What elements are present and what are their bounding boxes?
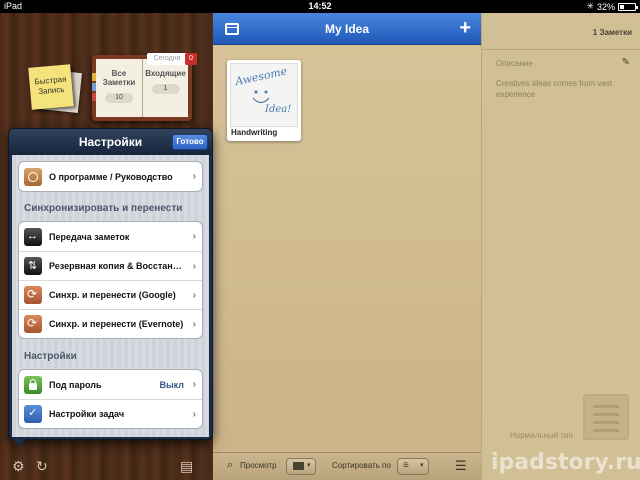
sync-row-google[interactable]: Синхр. и перенести (Google) › [19,280,202,309]
all-notes-label: Все Заметки [102,69,136,87]
all-notes-count: 10 [105,93,133,103]
chevron-right-icon: › [192,318,196,330]
settings-section-header: Настройки [24,351,77,362]
quick-note-button[interactable]: Быстрая Запись [28,64,74,110]
inbox-label: Входящие [145,69,186,78]
about-row[interactable]: О программе / Руководство › [19,162,202,191]
popover-arrow [12,438,26,447]
clock: 14:52 [308,1,332,11]
quick-note-label: Быстрая Запись [34,74,67,97]
description-label: Описание [496,59,533,68]
task-settings-label: Настройки задач [49,409,125,419]
sync-row-label: Передача заметок [49,231,130,242]
battery-percent: 32% [596,1,615,12]
note-label: Handwriting [231,128,278,137]
today-tab[interactable]: Сегодня [147,53,187,65]
divider [482,49,640,50]
bluetooth-icon: ✳ [586,1,594,11]
sync-section-header: Синхронизировать и перенести [24,203,183,214]
chevron-right-icon: › [192,408,196,420]
sync-row-label: Синхр. и перенести (Google) [49,290,176,300]
preview-mode-selector[interactable]: ▾ [286,458,316,475]
battery-icon [618,2,638,11]
note-card[interactable]: Awesome Idea! Handwriting [227,60,301,141]
gear-icon[interactable]: ⚙ [12,458,25,475]
notes-panel: My Idea + Awesome Idea! Handwriting ⌕ Пр… [213,13,481,480]
chevron-right-icon: › [192,379,196,390]
info-icon [24,167,42,186]
sort-icon: ≡ [403,460,409,471]
search-icon[interactable]: ⌕ [227,459,233,472]
settings-popover: Настройки Готово О программе / Руководст… [8,128,213,440]
preview-label: Просмотр [240,461,277,470]
chevron-down-icon: ▾ [420,462,424,469]
note-thumbnail: Awesome Idea! [230,63,298,127]
inbox-count: 1 [151,84,180,94]
transfer-icon [24,227,42,246]
detail-panel: 1 Заметки Описание ✎ Creatives ideas com… [481,13,640,480]
folder-icon[interactable]: ▤ [180,458,193,475]
notebook[interactable]: Все Заметки 10 Входящие 1 Сегодня 0 [92,53,197,121]
refresh-icon[interactable]: ↻ [36,458,48,475]
done-button[interactable]: Готово [172,134,208,150]
password-value: Выкл [159,379,184,390]
sync-row-backup[interactable]: Резервная копия & Восстан… › [19,251,202,280]
chevron-right-icon: › [192,171,196,182]
display-icon [293,462,304,470]
chevron-down-icon: ▾ [307,462,311,469]
password-label: Под пароль [49,379,102,390]
note-type-icon[interactable] [583,394,629,440]
sync-group: Передача заметок › Резервная копия & Вос… [18,221,203,339]
list-icon[interactable]: ☰ [455,458,467,474]
settings-body: О программе / Руководство › Синхронизиро… [12,155,209,437]
sketch-word-2: Idea! [264,104,291,115]
sketch-word-1: Awesome [233,64,289,88]
backup-icon [24,257,42,275]
add-note-icon[interactable]: + [459,17,471,40]
sync-row-label: Резервная копия & Восстан… [49,261,182,271]
about-label: О программе / Руководство [49,171,173,182]
notebook-title: My Idea [324,22,369,36]
sync-row-evernote[interactable]: Синхр. и перенести (Evernote) › [19,309,202,338]
prefs-group: Под пароль Выкл › Настройки задач › [18,369,203,429]
inbox-page[interactable]: Входящие 1 [142,59,188,117]
chevron-right-icon: › [192,289,196,301]
note-type-label: Нормальный тип [510,431,573,440]
lock-icon [24,375,42,394]
sync-row-transfer[interactable]: Передача заметок › [19,222,202,251]
chevron-right-icon: › [192,231,196,242]
shelf-toolbar: ⚙ ↻ ▤ [0,452,213,480]
main-navbar: My Idea + [213,13,481,45]
description-text[interactable]: Creatives ideas comes from vast experien… [496,78,632,100]
pencil-icon[interactable]: ✎ [622,57,630,68]
all-notes-page[interactable]: Все Заметки 10 [96,59,142,117]
evernote-sync-icon [24,315,42,333]
main-toolbar: ⌕ Просмотр ▾ Сортировать по ≡ ▾ ☰ [213,452,481,480]
password-row[interactable]: Под пароль Выкл › [19,370,202,399]
about-group: О программе / Руководство › [18,161,203,192]
settings-header: Настройки Готово [9,129,212,155]
checkbox-icon [24,405,42,423]
sort-selector[interactable]: ≡ ▾ [397,458,429,475]
today-count-badge: 0 [185,53,197,65]
status-right: ✳ 32% [586,1,638,12]
handwriting-sketch: Awesome Idea! [233,64,291,115]
sort-by-label: Сортировать по [332,461,391,470]
google-sync-icon [24,286,42,304]
chevron-right-icon: › [192,260,196,272]
note-count: 1 Заметки [592,28,632,37]
task-settings-row[interactable]: Настройки задач › [19,399,202,428]
sync-row-label: Синхр. и перенести (Evernote) [49,319,184,329]
watermark: ipadstory.ru [491,450,640,475]
status-bar: iPad 14:52 ✳ 32% [0,0,640,13]
